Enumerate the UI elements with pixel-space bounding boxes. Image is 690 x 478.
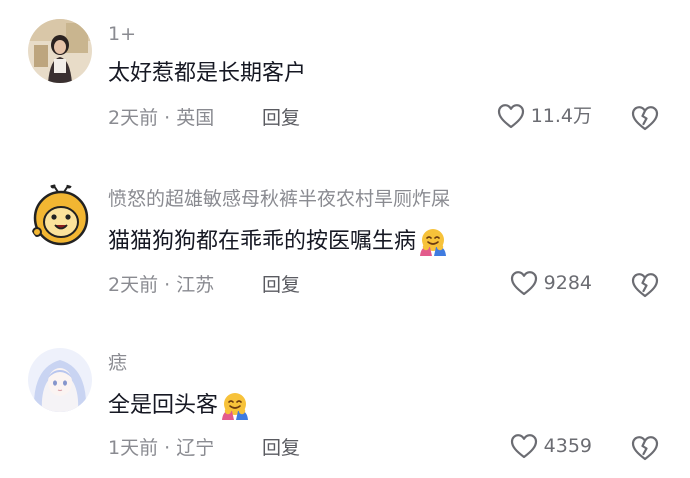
hugging-face-emoji (222, 393, 249, 420)
broken-heart-icon[interactable] (630, 433, 660, 463)
meta-separator: · (164, 437, 171, 459)
username[interactable]: 痣 (108, 352, 127, 374)
comment-time: 1天前 (108, 437, 159, 459)
comment-text-content: 全是回头客 (108, 393, 219, 418)
comment-item: 痣 全是回头客 1天前 · 辽宁 回复 4359 (0, 0, 690, 478)
heart-outline-icon (510, 434, 537, 459)
comment-location: 辽宁 (176, 437, 215, 459)
comment-text: 全是回头客 (108, 391, 250, 421)
like-count: 4359 (543, 435, 592, 457)
avatar[interactable] (28, 348, 92, 412)
like-button[interactable]: 4359 (510, 433, 592, 459)
reply-button[interactable]: 回复 (262, 437, 300, 459)
comment-meta: 1天前 · 辽宁 (108, 437, 214, 459)
